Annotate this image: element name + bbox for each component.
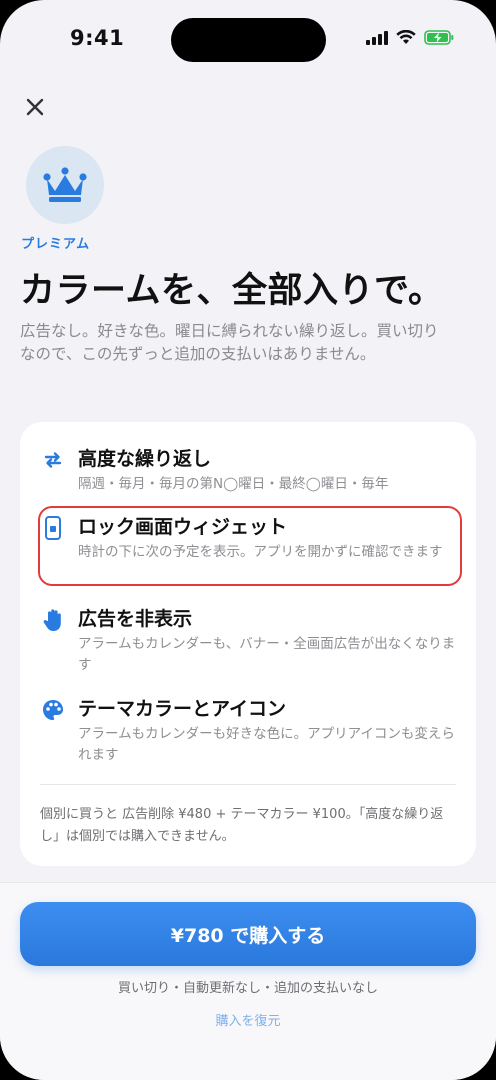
page-title: カラームを、全部入りで。 bbox=[20, 271, 444, 311]
status-bar: 9:41 bbox=[0, 0, 496, 80]
feature-description: アラームもカレンダーも、バナー・全画面広告が出なくなります bbox=[78, 636, 456, 673]
screen: 9:41 プレミアム カラームを、全部入りで。 広告なし。好きな色。曜日に縛られ… bbox=[0, 0, 496, 1080]
purchase-area: ¥780 で購入する 買い切り・自動更新なし・追加の支払いなし 購入を復元 bbox=[0, 882, 496, 1080]
feature-title: 広告を非表示 bbox=[78, 608, 193, 630]
lock-widget-icon bbox=[39, 514, 67, 542]
dynamic-island bbox=[171, 18, 326, 62]
cellular-signal-icon bbox=[366, 30, 388, 45]
premium-label: プレミアム bbox=[21, 237, 91, 252]
repeat-icon bbox=[39, 446, 67, 474]
restore-purchase-link[interactable]: 購入を復元 bbox=[0, 1010, 496, 1029]
page-subtitle: 広告なし。好きな色。曜日に縛られない繰り返し。買い切りなので、この先ずっと追加の… bbox=[20, 322, 439, 363]
feature-description: アラームもカレンダーも好きな色に。アプリアイコンも変えられます bbox=[78, 726, 455, 763]
status-time: 9:41 bbox=[70, 26, 125, 50]
close-button[interactable] bbox=[18, 90, 52, 124]
divider bbox=[40, 784, 456, 785]
purchase-note: 買い切り・自動更新なし・追加の支払いなし bbox=[117, 981, 378, 996]
hand-icon bbox=[39, 606, 67, 634]
purchase-button[interactable]: ¥780 で購入する bbox=[20, 902, 476, 966]
crown-icon bbox=[43, 167, 87, 202]
feature-title: テーマカラーとアイコン bbox=[78, 698, 287, 720]
status-icons bbox=[366, 30, 454, 45]
battery-charging-icon bbox=[424, 30, 454, 45]
palette-icon bbox=[39, 696, 67, 724]
close-icon bbox=[26, 98, 44, 116]
premium-badge bbox=[26, 146, 104, 224]
feature-description: 時計の下に次の予定を表示。アプリを開かずに確認できます bbox=[78, 544, 443, 560]
pricing-footnote: 個別に買うと 広告削除 ¥480 + テーマカラー ¥100。「高度な繰り返し」… bbox=[40, 807, 444, 844]
feature-title: ロック画面ウィジェット bbox=[78, 516, 288, 538]
feature-title: 高度な繰り返し bbox=[78, 448, 212, 470]
feature-card: 高度な繰り返し 隔週・毎月・毎月の第N◯曜日・最終◯曜日・毎年 ロック画面ウィジ… bbox=[20, 422, 476, 866]
feature-description: 隔週・毎月・毎月の第N◯曜日・最終◯曜日・毎年 bbox=[78, 476, 389, 492]
wifi-icon bbox=[396, 30, 416, 44]
